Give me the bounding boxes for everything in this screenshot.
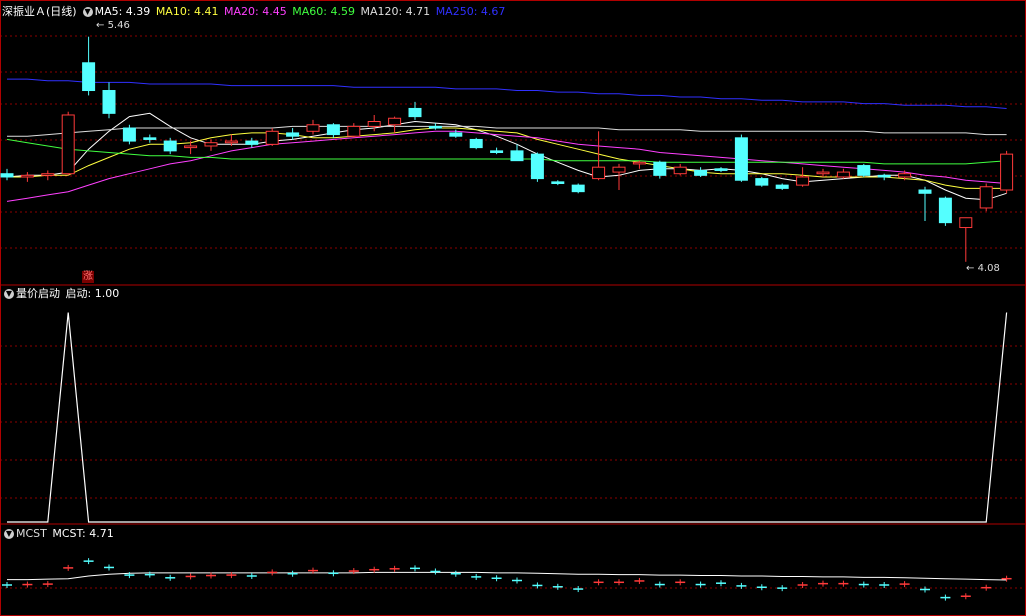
indicator-title: 量价启动 bbox=[16, 287, 60, 300]
ma-line-ma5 bbox=[6, 112, 1007, 201]
candle-body-down bbox=[877, 174, 891, 178]
candle-body-down bbox=[143, 137, 157, 140]
indicator-value: 启动: 1.00 bbox=[65, 287, 120, 300]
candle-body-down bbox=[694, 169, 708, 176]
candle-body-up bbox=[979, 186, 993, 209]
candle-body-up bbox=[816, 171, 830, 175]
stock-chart[interactable] bbox=[0, 0, 1026, 616]
legend-toggle-icon[interactable]: ▼ bbox=[82, 7, 93, 17]
candle-body-down bbox=[551, 181, 565, 184]
ma-line-ma20 bbox=[6, 130, 1007, 202]
candle-body-down bbox=[286, 132, 300, 137]
ma60-label: MA60: 4.59 bbox=[292, 5, 355, 18]
candle-body-down bbox=[530, 153, 544, 180]
candle-body-down bbox=[857, 165, 871, 176]
mcst-title: MCST bbox=[16, 527, 47, 540]
candle-body-up bbox=[61, 114, 75, 175]
indicator-legend: ▼ 量价启动 启动: 1.00 bbox=[0, 286, 121, 302]
candle-body-up bbox=[184, 145, 198, 149]
ma5-label: MA5: 4.39 bbox=[94, 5, 151, 18]
zhang-badge: 涨 bbox=[82, 271, 94, 283]
candle-body-down bbox=[653, 161, 667, 176]
mcst-legend: ▼ MCST MCST: 4.71 bbox=[0, 526, 116, 542]
candle-body-down bbox=[163, 140, 177, 152]
candle-body-down bbox=[510, 150, 524, 162]
candle-body-down bbox=[0, 173, 14, 178]
candle-body-down bbox=[775, 184, 789, 189]
high-price-annotation: ← 5.46 bbox=[96, 20, 130, 31]
candle-body-up bbox=[592, 166, 606, 180]
candle-body-up bbox=[796, 176, 810, 186]
candle-body-down bbox=[449, 132, 463, 137]
mcst-value: MCST: 4.71 bbox=[52, 527, 114, 540]
candle-body-up bbox=[632, 161, 646, 165]
mcst-line bbox=[7, 571, 1007, 581]
candle-body-down bbox=[326, 124, 340, 136]
candle-body-down bbox=[490, 150, 504, 153]
candle-body-down bbox=[245, 140, 259, 145]
low-price-label: 4.08 bbox=[977, 263, 1000, 274]
mcst-toggle-icon[interactable]: ▼ bbox=[4, 529, 14, 539]
stock-name: 深振业Ａ(日线) bbox=[2, 5, 77, 18]
ma250-label: MA250: 4.67 bbox=[435, 5, 506, 18]
candle-body-down bbox=[714, 168, 728, 171]
ma20-label: MA20: 4.45 bbox=[224, 5, 287, 18]
candle-body-up bbox=[367, 121, 381, 127]
candle-body-up bbox=[612, 166, 626, 173]
candle-body-up bbox=[306, 124, 320, 132]
candle-body-down bbox=[755, 178, 769, 186]
ma120-label: MA120: 4.71 bbox=[360, 5, 431, 18]
ma-line-ma120 bbox=[7, 125, 1007, 137]
candle-body-down bbox=[469, 138, 483, 149]
low-price-annotation: ← 4.08 bbox=[966, 263, 1000, 274]
candle-body-down bbox=[82, 62, 96, 92]
candle-body-up bbox=[836, 171, 850, 178]
candle-body-down bbox=[428, 125, 442, 129]
price-legend: 深振业Ａ(日线) ▼ MA5: 4.39 MA10: 4.41 MA20: 4.45… bbox=[0, 4, 507, 20]
candle-body-down bbox=[122, 127, 136, 142]
ma10-label: MA10: 4.41 bbox=[155, 5, 219, 18]
candle-body-up bbox=[898, 173, 912, 178]
candle-body-down bbox=[408, 107, 422, 118]
chart-frame bbox=[0, 0, 1026, 616]
candle-body-up bbox=[1000, 153, 1014, 191]
candle-body-up bbox=[224, 140, 238, 144]
candle-body-up bbox=[347, 125, 361, 137]
candle-body-down bbox=[918, 189, 932, 194]
candle-body-up bbox=[959, 217, 973, 229]
signal-line bbox=[7, 312, 1008, 523]
candle-body-down bbox=[734, 137, 748, 181]
candle-body-down bbox=[571, 184, 585, 193]
candle-body-up bbox=[265, 130, 279, 145]
candle-body-up bbox=[20, 174, 34, 178]
ma-line-ma60 bbox=[6, 138, 1007, 165]
candle-body-up bbox=[204, 142, 218, 147]
candle-body-up bbox=[41, 173, 55, 176]
candle-body-down bbox=[938, 197, 952, 224]
indicator-toggle-icon[interactable]: ▼ bbox=[4, 289, 14, 299]
candle-body-up bbox=[388, 117, 402, 126]
ma-line-ma10 bbox=[7, 127, 1007, 189]
high-price-label: 5.46 bbox=[107, 20, 130, 31]
candle-body-up bbox=[673, 166, 687, 175]
candle-body-down bbox=[102, 90, 116, 114]
